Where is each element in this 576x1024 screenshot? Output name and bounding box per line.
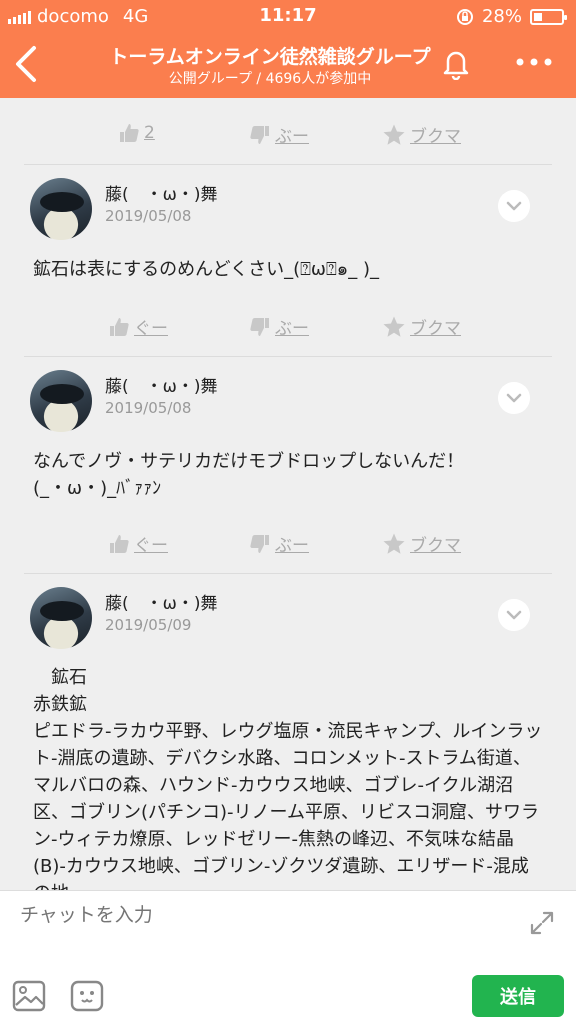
like-button[interactable]: ぐー <box>108 314 168 339</box>
post-header: 藤( ・ω・)舞 2019/05/09 <box>0 587 576 657</box>
like-label: ぐー <box>134 319 168 339</box>
chevron-down-icon[interactable] <box>498 190 530 222</box>
thumbs-up-icon <box>110 317 129 336</box>
thumbs-up-icon <box>110 534 129 553</box>
post-text: なんでノヴ・サテリカだけモブドロップしないんだ！ (_・ω・)_ﾊﾞｧｧﾝ <box>33 451 465 499</box>
post-header: 藤( ・ω・)舞 2019/05/08 <box>0 178 576 248</box>
chat-composer: 送信 <box>0 890 576 1024</box>
divider <box>24 164 552 165</box>
reaction-bar: 2 ぶー ブクマ <box>0 120 576 150</box>
bookmark-label: ブクマ <box>410 536 461 556</box>
post-header: 藤( ・ω・)舞 2019/05/08 <box>0 370 576 440</box>
expand-icon[interactable] <box>528 909 556 937</box>
like-button[interactable]: ぐー <box>108 531 168 556</box>
status-bar: docomo 4G 11:17 28% <box>0 0 576 32</box>
post-author[interactable]: 藤( ・ω・)舞 <box>105 180 218 205</box>
bookmark-button[interactable]: ブクマ <box>382 531 461 556</box>
bell-icon[interactable] <box>440 46 472 80</box>
avatar[interactable] <box>30 587 92 649</box>
reaction-bar: ぐー ぶー ブクマ <box>0 529 576 559</box>
chevron-down-icon[interactable] <box>498 599 530 631</box>
dislike-button[interactable]: ぶー <box>249 531 309 556</box>
dislike-button[interactable]: ぶー <box>249 314 309 339</box>
post-date: 2019/05/08 <box>105 399 192 417</box>
group-title: トーラムオンライン徒然雑談グループ <box>109 46 431 68</box>
bookmark-button[interactable]: ブクマ <box>382 314 461 339</box>
like-label: ぐー <box>134 536 168 556</box>
post-date: 2019/05/09 <box>105 616 192 634</box>
send-button[interactable]: 送信 <box>472 975 564 1017</box>
star-icon <box>383 124 405 145</box>
dislike-label: ぶー <box>275 319 309 339</box>
image-icon[interactable] <box>12 979 46 1013</box>
more-icon[interactable] <box>514 54 554 70</box>
app-header: docomo 4G 11:17 28% トーラムオンライン徒然雑談グループ 公開… <box>0 0 576 98</box>
post-author[interactable]: 藤( ・ω・)舞 <box>105 589 218 614</box>
orientation-lock-icon <box>456 8 473 25</box>
dislike-button[interactable]: ぶー <box>249 122 309 147</box>
thumbs-down-icon <box>250 317 269 336</box>
chat-input[interactable] <box>20 905 480 927</box>
back-icon[interactable] <box>12 44 40 84</box>
bookmark-label: ブクマ <box>410 127 461 147</box>
bookmark-button[interactable]: ブクマ <box>382 122 461 147</box>
star-icon <box>383 316 405 337</box>
thumbs-down-icon <box>250 534 269 553</box>
thumbs-up-icon <box>120 124 139 142</box>
chevron-down-icon[interactable] <box>498 382 530 414</box>
battery-percent: 28% <box>481 6 522 27</box>
post-date: 2019/05/08 <box>105 207 192 225</box>
like-button[interactable]: 2 <box>118 122 155 144</box>
post-author[interactable]: 藤( ・ω・)舞 <box>105 372 218 397</box>
post-text: 鉱石は表にするのめんどくさい_(⍰ω⍰๑_ )_ <box>33 259 379 280</box>
sticker-icon[interactable] <box>70 979 104 1013</box>
group-subtitle: 公開グループ / 4696人が参加中 <box>168 71 372 87</box>
bookmark-label: ブクマ <box>410 319 461 339</box>
dislike-label: ぶー <box>275 127 309 147</box>
battery-icon <box>530 8 567 25</box>
like-count: 2 <box>144 123 155 143</box>
message-feed[interactable]: 2 ぶー ブクマ 藤( ・ω・)舞 2019/05/08 鉱石は表にするのめんど… <box>0 98 576 890</box>
dislike-label: ぶー <box>275 536 309 556</box>
post-text: 鉱石 赤鉄鉱 ピエドラ-ラカウ平野、レウグ塩原・流民キャンプ、ルインラット-淵底… <box>33 667 543 890</box>
avatar[interactable] <box>30 178 92 240</box>
avatar[interactable] <box>30 370 92 432</box>
reaction-bar: ぐー ぶー ブクマ <box>0 312 576 342</box>
star-icon <box>383 533 405 554</box>
divider <box>24 356 552 357</box>
divider <box>24 573 552 574</box>
thumbs-down-icon <box>250 125 269 144</box>
